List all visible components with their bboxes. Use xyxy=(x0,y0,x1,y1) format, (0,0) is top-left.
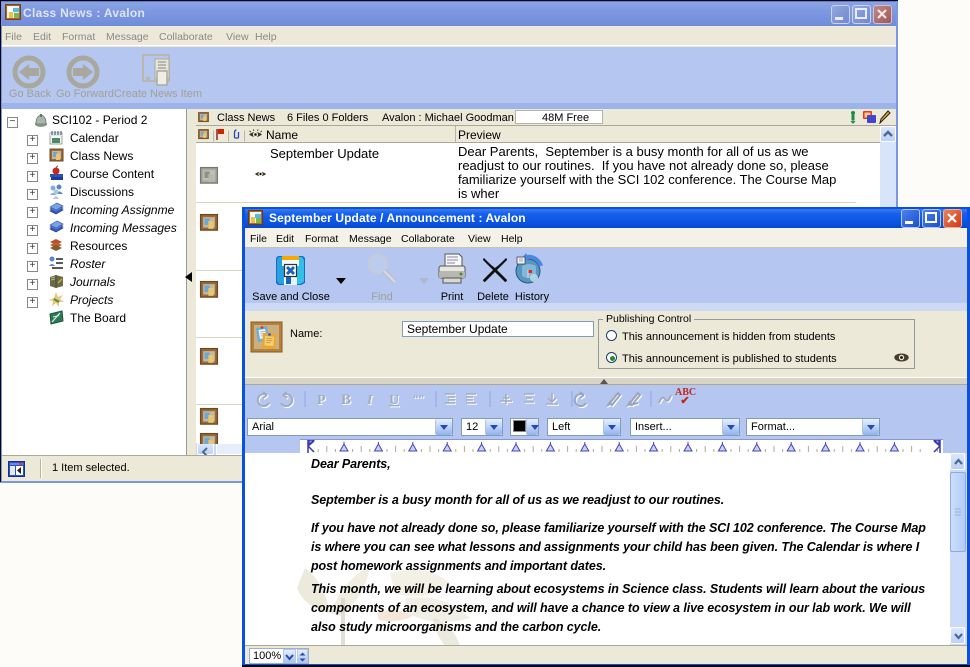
svg-text:B: B xyxy=(341,392,351,408)
svg-text:I: I xyxy=(366,393,373,408)
svg-text:P: P xyxy=(317,393,326,408)
svg-text:U: U xyxy=(389,393,399,408)
svg-text:“”: “” xyxy=(413,393,424,405)
